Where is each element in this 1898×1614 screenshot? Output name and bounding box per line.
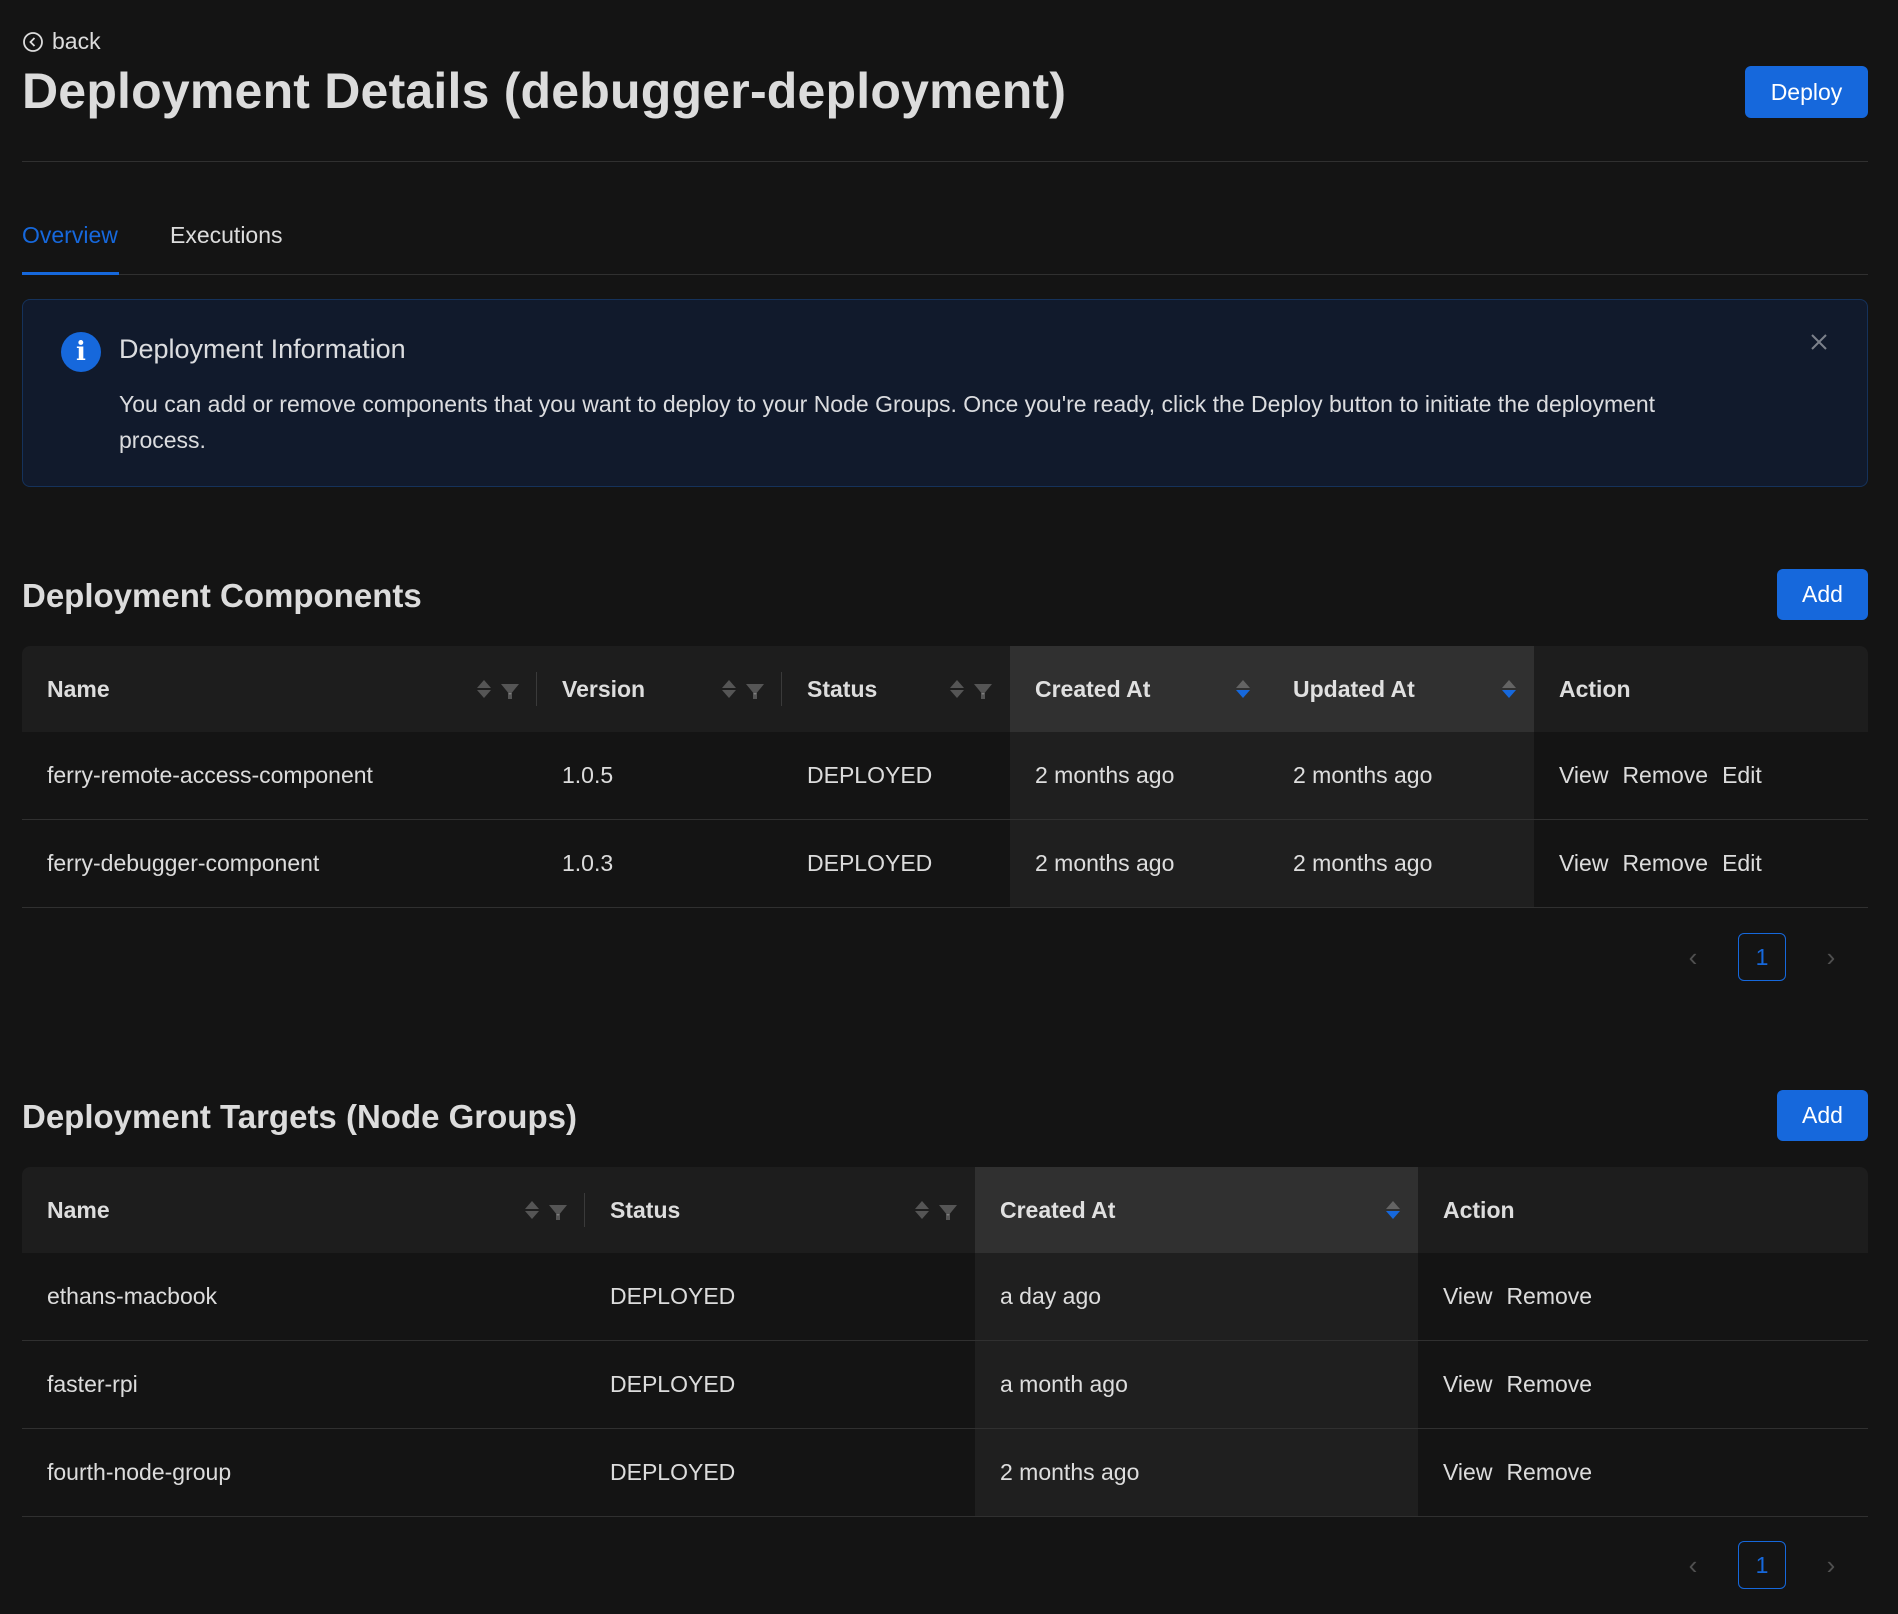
sort-icon[interactable] <box>950 680 964 698</box>
cell-name: ferry-debugger-component <box>22 819 537 908</box>
page-title: Deployment Details (debugger-deployment) <box>22 63 1067 119</box>
targets-pagination: ‹ 1 › <box>1678 1541 1846 1589</box>
remove-link[interactable]: Remove <box>1506 1371 1592 1397</box>
deploy-button[interactable]: Deploy <box>1745 66 1868 118</box>
header-divider <box>22 161 1868 162</box>
tab-active-indicator <box>22 272 119 275</box>
column-header-version: Version <box>537 646 782 732</box>
remove-link[interactable]: Remove <box>1506 1459 1592 1485</box>
sort-icon[interactable] <box>722 680 736 698</box>
cell-name: faster-rpi <box>22 1340 585 1429</box>
cell-status: DEPLOYED <box>782 819 1010 908</box>
back-label: back <box>52 28 101 54</box>
cell-updated-at: 2 months ago <box>1268 819 1534 908</box>
column-header-created-at[interactable]: Created At <box>975 1167 1418 1253</box>
chevron-right-icon[interactable]: › <box>1816 1550 1846 1581</box>
cell-actions: View Remove Edit <box>1534 732 1868 820</box>
column-header-status: Status <box>782 646 1010 732</box>
page-button[interactable]: 1 <box>1738 933 1786 981</box>
cell-created-at: a day ago <box>975 1253 1418 1341</box>
tab-bar: Overview Executions <box>22 212 1868 275</box>
chevron-left-icon[interactable]: ‹ <box>1678 942 1708 973</box>
alert-title: Deployment Information <box>119 334 406 364</box>
cell-created-at: a month ago <box>975 1340 1418 1429</box>
remove-link[interactable]: Remove <box>1622 762 1708 788</box>
tab-executions[interactable]: Executions <box>170 222 283 249</box>
targets-table: Name Status Created At Action ethans-mac… <box>22 1167 1868 1517</box>
cell-created-at: 2 months ago <box>975 1428 1418 1517</box>
sort-icon[interactable] <box>1386 1201 1400 1219</box>
filter-icon[interactable] <box>746 683 764 699</box>
filter-icon[interactable] <box>501 683 519 699</box>
cell-name: fourth-node-group <box>22 1428 585 1517</box>
cell-status: DEPLOYED <box>585 1253 975 1341</box>
cell-status: DEPLOYED <box>782 732 1010 820</box>
view-link[interactable]: View <box>1443 1283 1492 1309</box>
cell-status: DEPLOYED <box>585 1340 975 1429</box>
table-row: fourth-node-group DEPLOYED 2 months ago … <box>22 1428 1868 1517</box>
cell-name: ferry-remote-access-component <box>22 732 537 820</box>
components-table: Name Version Status Created At Updated A… <box>22 646 1868 908</box>
column-header-action: Action <box>1418 1167 1868 1253</box>
column-header-action: Action <box>1534 646 1868 732</box>
view-link[interactable]: View <box>1559 762 1608 788</box>
remove-link[interactable]: Remove <box>1622 850 1708 876</box>
back-link[interactable]: back <box>22 28 101 55</box>
column-header-created-at[interactable]: Created At <box>1010 646 1268 732</box>
sort-icon[interactable] <box>1236 680 1250 698</box>
filter-icon[interactable] <box>549 1204 567 1220</box>
cell-created-at: 2 months ago <box>1010 819 1268 908</box>
cell-version: 1.0.5 <box>537 732 782 820</box>
info-icon: i <box>61 332 101 372</box>
alert-description: You can add or remove components that yo… <box>119 391 1656 453</box>
cell-created-at: 2 months ago <box>1010 732 1268 820</box>
arrow-left-circle-icon <box>23 31 43 52</box>
filter-icon[interactable] <box>974 683 992 699</box>
edit-link[interactable]: Edit <box>1722 762 1762 788</box>
column-header-updated-at[interactable]: Updated At <box>1268 646 1534 732</box>
components-title: Deployment Components <box>22 577 422 614</box>
column-header-name: Name <box>22 1167 585 1253</box>
table-row: ferry-remote-access-component 1.0.5 DEPL… <box>22 732 1868 820</box>
view-link[interactable]: View <box>1559 850 1608 876</box>
table-row: ferry-debugger-component 1.0.3 DEPLOYED … <box>22 819 1868 908</box>
cell-actions: View Remove <box>1418 1253 1868 1341</box>
filter-icon[interactable] <box>939 1204 957 1220</box>
cell-actions: View Remove Edit <box>1534 819 1868 908</box>
cell-actions: View Remove <box>1418 1340 1868 1429</box>
view-link[interactable]: View <box>1443 1371 1492 1397</box>
chevron-left-icon[interactable]: ‹ <box>1678 1550 1708 1581</box>
tab-overview[interactable]: Overview <box>22 222 118 249</box>
add-target-button[interactable]: Add <box>1777 1090 1868 1141</box>
components-pagination: ‹ 1 › <box>1678 933 1846 981</box>
view-link[interactable]: View <box>1443 1459 1492 1485</box>
chevron-right-icon[interactable]: › <box>1816 942 1846 973</box>
cell-name: ethans-macbook <box>22 1253 585 1341</box>
cell-updated-at: 2 months ago <box>1268 732 1534 820</box>
column-header-name: Name <box>22 646 537 732</box>
close-icon[interactable] <box>1807 330 1831 354</box>
add-component-button[interactable]: Add <box>1777 569 1868 620</box>
cell-status: DEPLOYED <box>585 1428 975 1517</box>
sort-icon[interactable] <box>1502 680 1516 698</box>
remove-link[interactable]: Remove <box>1506 1283 1592 1309</box>
page-button[interactable]: 1 <box>1738 1541 1786 1589</box>
sort-icon[interactable] <box>915 1201 929 1219</box>
cell-actions: View Remove <box>1418 1428 1868 1517</box>
edit-link[interactable]: Edit <box>1722 850 1762 876</box>
table-row: faster-rpi DEPLOYED a month ago View Remo… <box>22 1340 1868 1429</box>
cell-version: 1.0.3 <box>537 819 782 908</box>
sort-icon[interactable] <box>525 1201 539 1219</box>
column-header-status: Status <box>585 1167 975 1253</box>
table-row: ethans-macbook DEPLOYED a day ago View Re… <box>22 1253 1868 1341</box>
sort-icon[interactable] <box>477 680 491 698</box>
info-alert: i Deployment Information You can add or … <box>22 299 1868 487</box>
targets-title: Deployment Targets (Node Groups) <box>22 1098 577 1135</box>
